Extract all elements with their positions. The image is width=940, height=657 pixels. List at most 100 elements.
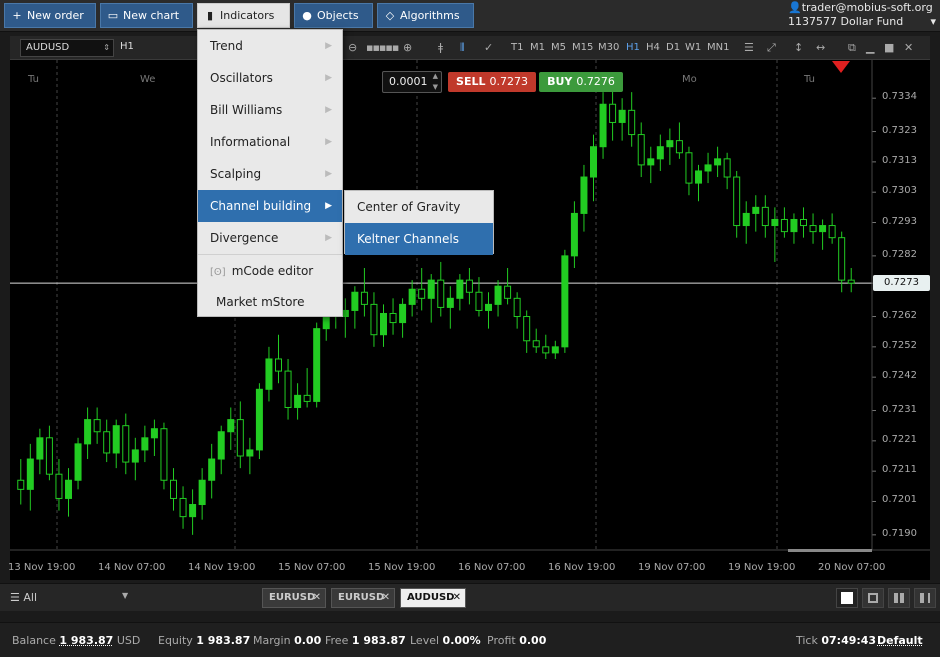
candle-body <box>790 218 798 233</box>
profile-select[interactable]: Default <box>877 634 923 647</box>
time-tick-label: 15 Nov 07:00 <box>278 562 346 573</box>
price-chart[interactable]: Tu We Mo Tu 0.7334 0.7323 0.7313 0.7303 0.72… <box>8 60 930 580</box>
menu-item-market-mstore[interactable]: Market mStore <box>198 286 342 318</box>
symbol-select[interactable]: AUDUSD ⇕ <box>20 39 114 57</box>
zoom-out-icon[interactable]: ⊖ <box>348 41 357 54</box>
bar-chart-icon[interactable]: ǂ <box>438 41 443 54</box>
price-tick-label: 0.7190 <box>882 527 917 539</box>
menu-item-scalping[interactable]: Scalping ▶ <box>198 158 342 190</box>
time-tick-label: 16 Nov 19:00 <box>548 562 616 573</box>
expand-diagonal-icon[interactable]: ⤢ <box>767 41 776 55</box>
candle-body <box>65 479 72 499</box>
close-icon[interactable]: ✕ <box>453 589 461 607</box>
layout-grid-icon[interactable] <box>862 588 884 608</box>
menu-item-informational[interactable]: Informational ▶ <box>198 126 342 158</box>
candle-body <box>418 288 426 299</box>
chevron-right-icon: ▶ <box>325 169 332 179</box>
new-chart-button[interactable]: ▭ New chart <box>100 3 193 28</box>
symbol-filter-select[interactable]: ☰ All ▼ <box>10 591 128 604</box>
candle-body <box>618 109 626 123</box>
time-tick-label: 15 Nov 19:00 <box>368 562 436 573</box>
day-label: Tu <box>28 74 39 85</box>
line-chart-icon[interactable]: ✓ <box>484 41 493 54</box>
close-icon[interactable]: ✕ <box>904 41 913 54</box>
tf-w1[interactable]: W1 <box>685 42 701 53</box>
sell-button[interactable]: SELL 0.7273 <box>448 72 536 92</box>
list-icon: ☰ <box>10 591 20 604</box>
submenu-item-center-of-gravity[interactable]: Center of Gravity <box>345 191 493 223</box>
chart-tab[interactable]: EURUSD ✕ <box>331 588 395 608</box>
candlestick-chart[interactable] <box>10 60 930 580</box>
account-number: 1137577 <box>788 15 837 28</box>
diamond-icon: ◇ <box>385 9 395 22</box>
stepper-icon[interactable]: ▲ ▼ <box>433 71 438 93</box>
zoom-in-icon[interactable]: ⊕ <box>403 41 412 54</box>
layers-icon[interactable]: ☰ <box>744 41 754 54</box>
indicators-button[interactable]: ▮ Indicators <box>197 3 290 28</box>
tf-mn1[interactable]: MN1 <box>707 42 729 53</box>
layout-single-icon[interactable] <box>836 588 858 608</box>
menu-item-mcode-editor[interactable]: [ʘ] mCode editor <box>198 254 342 286</box>
new-order-button[interactable]: + New order <box>4 3 96 28</box>
candle-body <box>742 212 750 227</box>
buy-button[interactable]: BUY 0.7276 <box>539 72 623 92</box>
close-icon[interactable]: ✕ <box>313 589 321 607</box>
lot-size-input[interactable]: 0.0001 ▲ ▼ <box>382 71 442 93</box>
tf-d1[interactable]: D1 <box>666 42 680 53</box>
plus-icon: + <box>12 9 22 22</box>
menu-item-channel-building[interactable]: Channel building ▶ <box>198 190 342 222</box>
layout-columns-icon[interactable] <box>888 588 910 608</box>
popout-icon[interactable]: ⧉ <box>848 41 856 55</box>
candle-body <box>819 225 827 233</box>
tf-h4[interactable]: H4 <box>646 42 660 53</box>
vertical-scale-icon[interactable]: ↕ <box>794 41 803 54</box>
zoom-slider[interactable]: ▪▪▪▪▪ <box>366 41 399 54</box>
price-tick-label: 0.7303 <box>882 185 917 197</box>
menu-item-oscillators[interactable]: Oscillators ▶ <box>198 62 342 94</box>
candle-body <box>255 388 263 451</box>
close-icon[interactable]: ✕ <box>382 589 390 607</box>
marker-triangle-icon[interactable] <box>832 61 850 73</box>
chart-toolbar: AUDUSD ⇕ H1 ⊖ ▪▪▪▪▪ ⊕ ǂ ⫴ ✓ T1 M1 M5 M15 … <box>10 36 930 60</box>
layout-split-icon[interactable] <box>914 588 936 608</box>
maximize-icon[interactable]: ■ <box>884 41 894 54</box>
chart-tab[interactable]: EURUSD ✕ <box>262 588 326 608</box>
stepper-icon: ⇕ <box>103 43 110 52</box>
chart-tab-active[interactable]: AUDUSD ✕ <box>400 588 466 608</box>
candle-body <box>637 134 645 166</box>
candle-body <box>580 176 588 214</box>
candle-body <box>838 237 846 281</box>
objects-button[interactable]: ● Objects <box>294 3 373 28</box>
candle-body <box>36 437 44 460</box>
tf-m30[interactable]: M30 <box>598 42 619 53</box>
price-tick-label: 0.7221 <box>882 433 917 445</box>
candle-body <box>208 458 216 481</box>
candle-body <box>160 428 168 481</box>
tf-h1[interactable]: H1 <box>626 42 640 53</box>
account-info[interactable]: 👤trader@mobius-soft.org 1137577 Dollar F… <box>788 1 936 29</box>
algorithms-button[interactable]: ◇ Algorithms <box>377 3 474 28</box>
menu-item-trend[interactable]: Trend ▶ <box>198 30 342 62</box>
menu-item-divergence[interactable]: Divergence ▶ <box>198 222 342 254</box>
chevron-right-icon: ▶ <box>325 201 332 211</box>
tf-m5[interactable]: M5 <box>551 42 566 53</box>
profit: Profit 0.00 <box>487 634 547 647</box>
tf-m15[interactable]: M15 <box>572 42 593 53</box>
candle-body <box>55 473 63 499</box>
candle-body <box>475 291 483 311</box>
day-label: Mo <box>682 74 697 85</box>
time-tick-label: 14 Nov 07:00 <box>98 562 166 573</box>
time-tick-label: 19 Nov 07:00 <box>638 562 706 573</box>
submenu-item-keltner-channels[interactable]: Keltner Channels <box>345 223 493 255</box>
menu-item-bill-williams[interactable]: Bill Williams ▶ <box>198 94 342 126</box>
chevron-down-icon[interactable]: ▾ <box>930 15 936 29</box>
horizontal-scale-icon[interactable]: ↔ <box>816 41 825 54</box>
tf-t1[interactable]: T1 <box>511 42 523 53</box>
candle-chart-icon[interactable]: ⫴ <box>460 41 465 55</box>
candle-body <box>370 303 378 336</box>
candle-body <box>599 103 607 148</box>
minimize-icon[interactable]: ▁ <box>866 41 874 54</box>
chart-scrollbar <box>788 549 872 552</box>
tf-m1[interactable]: M1 <box>530 42 545 53</box>
candle-body <box>685 152 693 184</box>
